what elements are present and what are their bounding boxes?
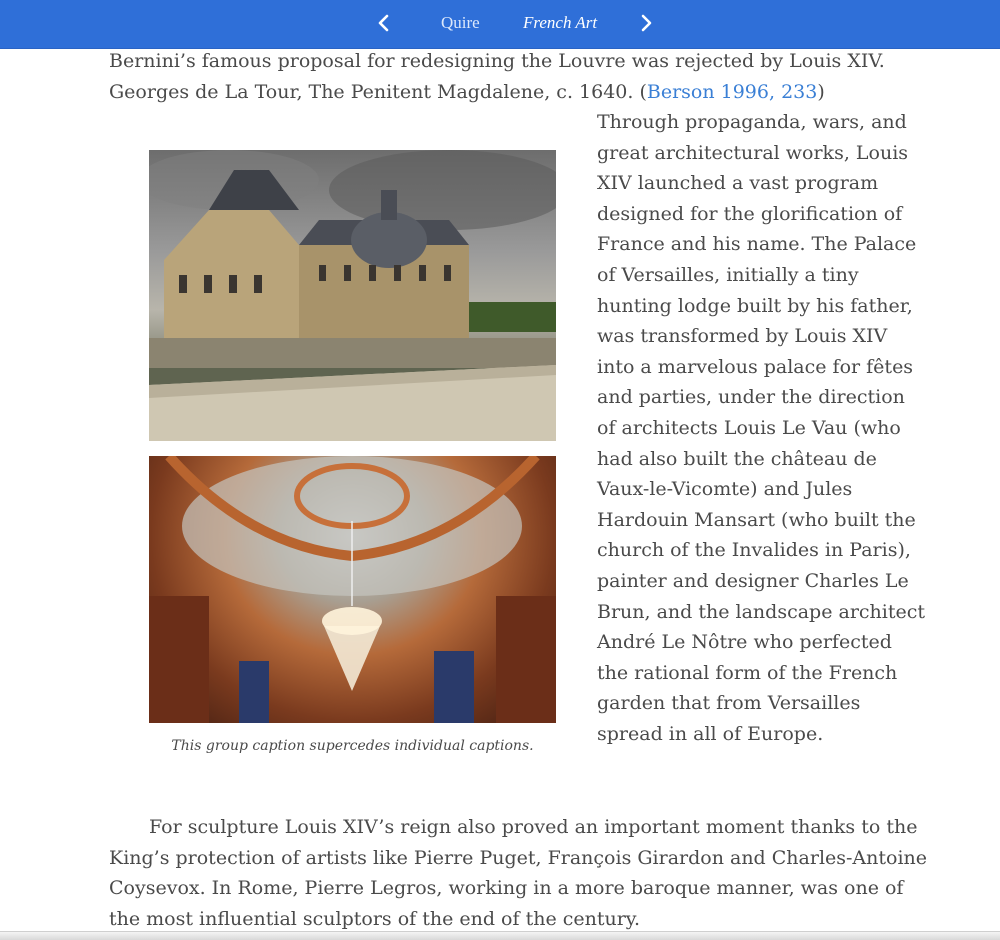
nav-title-link[interactable]: Quire xyxy=(441,13,480,33)
citation-link[interactable]: Berson 1996, 233 xyxy=(647,81,817,103)
body-paragraph-bottom: For sculpture Louis XIV’s reign also pro… xyxy=(109,816,928,930)
figure-group: This group caption supercedes individual… xyxy=(149,150,556,754)
intro-paragraph: Bernini’s famous proposal for redesignin… xyxy=(109,46,939,107)
chateau-photo xyxy=(149,150,556,441)
figure-caption: This group caption supercedes individual… xyxy=(171,738,534,754)
chevron-right-icon[interactable] xyxy=(634,10,658,36)
main-content: Bernini’s famous proposal for redesignin… xyxy=(109,46,939,107)
top-navbar: Quire French Art xyxy=(0,0,1000,49)
intro-close-paren: ) xyxy=(817,80,825,103)
chevron-left-icon[interactable] xyxy=(372,10,396,36)
body-paragraph-right: Through propaganda, wars, and great arch… xyxy=(597,111,926,745)
nav-section-title[interactable]: French Art xyxy=(523,13,597,33)
ceiling-photo xyxy=(149,456,556,723)
